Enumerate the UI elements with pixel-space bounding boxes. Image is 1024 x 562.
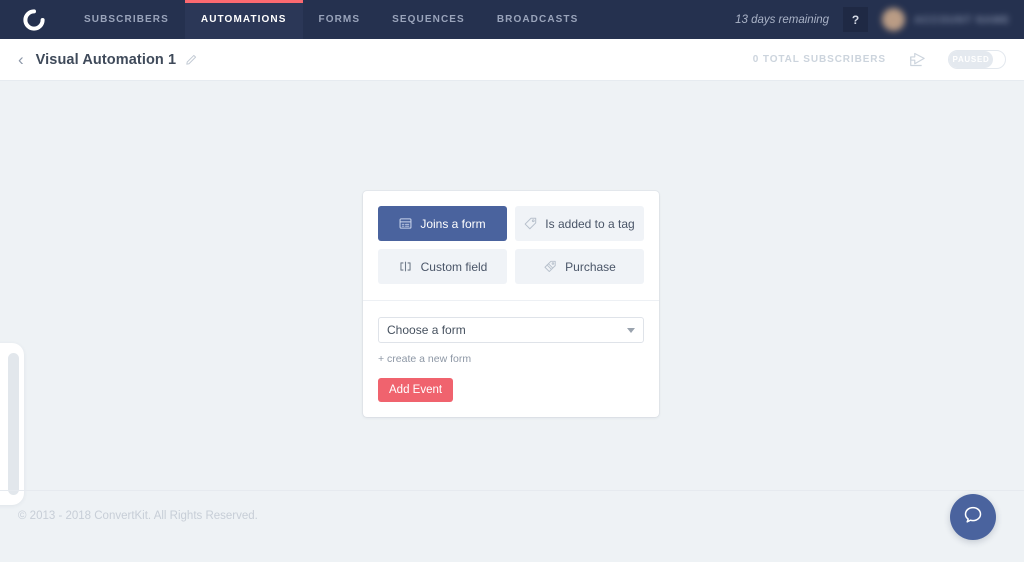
account-menu[interactable]: ACCOUNT NAME: [882, 8, 1016, 31]
page-title: Visual Automation 1: [36, 52, 176, 68]
total-subscribers-label: 0 TOTAL SUBSCRIBERS: [753, 54, 886, 65]
form-icon: [399, 217, 412, 230]
nav-item-subscribers[interactable]: SUBSCRIBERS: [68, 0, 185, 39]
event-type-label: Purchase: [565, 260, 616, 274]
trial-days-remaining: 13 days remaining: [735, 14, 829, 26]
nav-right-section: 13 days remaining ? ACCOUNT NAME: [735, 0, 1024, 39]
nav-item-automations[interactable]: AUTOMATIONS: [185, 0, 303, 39]
event-type-joins-a-form[interactable]: Joins a form: [378, 206, 507, 241]
nav-item-label: SUBSCRIBERS: [84, 14, 169, 25]
nav-item-broadcasts[interactable]: BROADCASTS: [481, 0, 595, 39]
toggle-knob: PAUSED: [949, 51, 993, 68]
tag-icon: [524, 217, 537, 230]
chat-bubble-icon: [961, 503, 985, 532]
primary-nav-items: SUBSCRIBERS AUTOMATIONS FORMS SEQUENCES …: [68, 0, 594, 39]
pencil-icon[interactable]: [185, 54, 197, 66]
add-event-button[interactable]: Add Event: [378, 378, 453, 402]
event-type-label: Custom field: [421, 260, 488, 274]
chat-launcher-button[interactable]: [950, 494, 996, 540]
custom-field-icon: [398, 260, 413, 273]
top-navigation-bar: SUBSCRIBERS AUTOMATIONS FORMS SEQUENCES …: [0, 0, 1024, 39]
event-type-grid: Joins a form Is added to a tag: [378, 206, 644, 284]
logo-home-link[interactable]: [0, 0, 68, 39]
nav-item-label: BROADCASTS: [497, 14, 579, 25]
chevron-left-icon[interactable]: ‹: [18, 51, 24, 68]
event-type-label: Is added to a tag: [545, 217, 634, 231]
card-divider: [363, 300, 659, 301]
help-button[interactable]: ?: [843, 7, 868, 32]
nav-item-label: AUTOMATIONS: [201, 14, 287, 25]
purchase-tag-icon: [543, 260, 557, 273]
event-type-purchase[interactable]: Purchase: [515, 249, 644, 284]
form-select[interactable]: Choose a form: [378, 317, 644, 343]
canvas-left-panel: [0, 343, 24, 505]
nav-item-label: SEQUENCES: [392, 14, 465, 25]
copyright-text: © 2013 - 2018 ConvertKit. All Rights Res…: [18, 510, 258, 522]
avatar: [882, 8, 905, 31]
automation-canvas[interactable]: Joins a form Is added to a tag: [0, 81, 1024, 562]
nav-item-label: FORMS: [319, 14, 361, 25]
page-footer: © 2013 - 2018 ConvertKit. All Rights Res…: [0, 490, 1024, 562]
event-type-label: Joins a form: [420, 217, 485, 231]
share-icon[interactable]: [908, 51, 926, 68]
add-event-card: Joins a form Is added to a tag: [363, 191, 659, 417]
event-type-is-added-to-a-tag[interactable]: Is added to a tag: [515, 206, 644, 241]
nav-item-sequences[interactable]: SEQUENCES: [376, 0, 481, 39]
account-name-label: ACCOUNT NAME: [914, 14, 1010, 26]
page-subheader: ‹ Visual Automation 1 0 TOTAL SUBSCRIBER…: [0, 39, 1024, 81]
status-badge: PAUSED: [953, 55, 990, 64]
canvas-scrollbar[interactable]: [8, 353, 19, 495]
nav-item-forms[interactable]: FORMS: [303, 0, 377, 39]
event-type-custom-field[interactable]: Custom field: [378, 249, 507, 284]
form-select-wrapper: Choose a form: [378, 317, 644, 343]
automation-status-toggle[interactable]: PAUSED: [948, 50, 1006, 69]
convertkit-logo-icon: [23, 9, 45, 31]
create-new-form-link[interactable]: + create a new form: [378, 353, 471, 365]
subheader-right-section: 0 TOTAL SUBSCRIBERS PAUSED: [753, 50, 1006, 69]
